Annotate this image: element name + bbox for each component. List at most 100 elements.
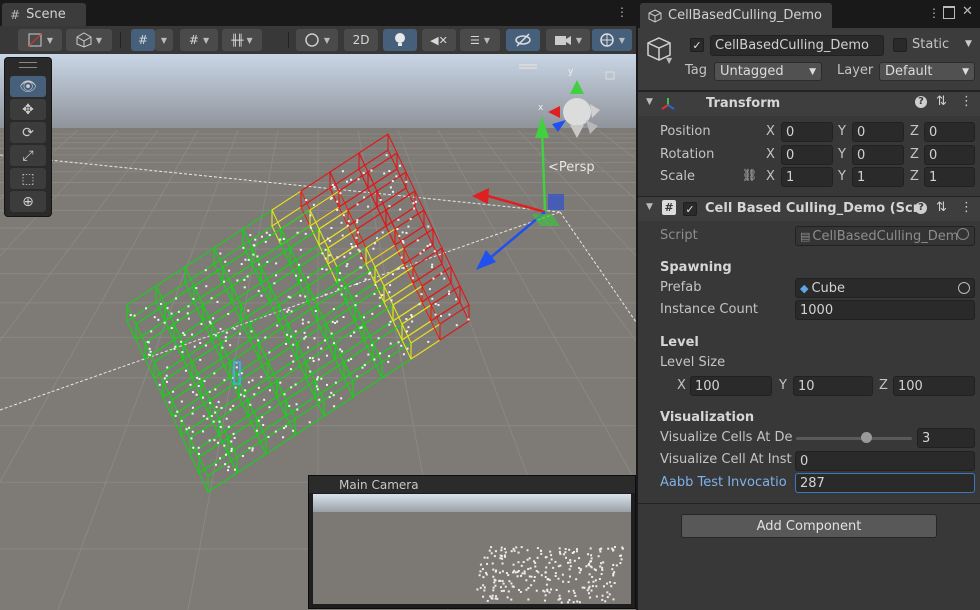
- layer-label: Layer: [837, 63, 874, 78]
- help-icon[interactable]: ?: [915, 202, 927, 214]
- scale-z-label: Z: [910, 169, 919, 184]
- position-y-field[interactable]: 0: [852, 122, 904, 142]
- rotation-z-label: Z: [910, 147, 919, 162]
- icon-dropdown-caret[interactable]: ▼: [666, 56, 672, 65]
- transform-icon: ⊕: [22, 193, 34, 210]
- tag-dropdown[interactable]: Untagged ▼: [714, 62, 822, 81]
- incremental-snap-button[interactable]: # ▼: [180, 29, 218, 51]
- gizmos-dropdown[interactable]: ▼: [592, 29, 632, 51]
- foldout-arrow-icon[interactable]: ▼: [646, 202, 653, 212]
- grid-snap-button[interactable]: #: [131, 29, 155, 51]
- tools-overlay: 👁 ✥ ⟳ ⤢ ⬚ ⊕: [4, 57, 52, 217]
- snap-grid-icon: #: [188, 33, 199, 47]
- rotation-x-field[interactable]: 0: [781, 145, 833, 165]
- render-mode-dropdown[interactable]: ▼: [66, 29, 112, 51]
- scale-label: Scale: [660, 169, 695, 184]
- inspector-tab[interactable]: CellBasedCulling_Demo: [640, 3, 832, 28]
- tools-drag-handle[interactable]: [19, 62, 37, 68]
- effects-icon: ☰: [469, 33, 480, 47]
- visualize-depth-field[interactable]: 3: [917, 428, 975, 448]
- eye-icon: 👁: [19, 78, 37, 95]
- camera-dropdown[interactable]: ▼: [546, 29, 590, 51]
- lighting-toggle[interactable]: [383, 29, 417, 51]
- rotation-y-field[interactable]: 0: [852, 145, 904, 165]
- audio-toggle[interactable]: ◀✕: [422, 29, 456, 51]
- level-y-label: Y: [779, 378, 787, 393]
- aabb-test-field[interactable]: 287: [795, 473, 975, 493]
- script-component-title: Cell Based Culling_Demo (Scri: [705, 201, 924, 216]
- object-name-field[interactable]: CellBasedCulling_Demo: [710, 35, 884, 56]
- script-label: Script: [660, 228, 698, 243]
- static-dropdown-caret[interactable]: ▼: [965, 39, 972, 49]
- view-tool-button[interactable]: 👁: [10, 76, 46, 97]
- cube-icon: [76, 32, 92, 48]
- inspector-tab-bar: CellBasedCulling_Demo ⋮ ✕: [638, 0, 980, 28]
- svg-text:y: y: [568, 67, 574, 77]
- draw-mode-dropdown[interactable]: ▼: [18, 29, 62, 51]
- static-checkbox[interactable]: [893, 38, 907, 52]
- 2d-label: 2D: [352, 33, 370, 47]
- scale-z-field[interactable]: 1: [924, 167, 975, 187]
- add-component-button[interactable]: Add Component: [681, 514, 937, 538]
- scale-tool-button[interactable]: ⤢: [10, 145, 46, 166]
- rect-tool-button[interactable]: ⬚: [10, 168, 46, 189]
- script-enabled-checkbox[interactable]: ✓: [683, 202, 697, 216]
- maximize-icon[interactable]: [943, 6, 955, 19]
- static-label: Static: [912, 37, 950, 52]
- close-icon[interactable]: ✕: [962, 4, 973, 19]
- scale-y-field[interactable]: 1: [852, 167, 904, 187]
- help-icon[interactable]: ?: [915, 96, 927, 108]
- foldout-arrow-icon[interactable]: ▼: [646, 97, 653, 107]
- more-options-icon[interactable]: ⋮: [928, 6, 940, 20]
- camera-icon: [554, 36, 571, 45]
- component-menu-icon[interactable]: ⋮: [960, 200, 973, 215]
- effects-dropdown[interactable]: ☰ ▼: [460, 29, 500, 51]
- grid-snap-dropdown[interactable]: ▼: [155, 29, 173, 51]
- component-menu-icon[interactable]: ⋮: [960, 94, 973, 109]
- divider: [638, 503, 980, 504]
- gizmo-globe-icon: [600, 33, 614, 47]
- scale-y-label: Y: [838, 169, 846, 184]
- eye-slash-icon: [515, 33, 531, 47]
- rotate-tool-button[interactable]: ⟳: [10, 122, 46, 143]
- script-component-header[interactable]: ▼ # ✓ Cell Based Culling_Demo (Scri ? ⇅ …: [638, 196, 980, 221]
- script-field: ▤ CellBasedCulling_Dem: [795, 226, 975, 246]
- scale-x-field[interactable]: 1: [781, 167, 833, 187]
- rotation-y-label: Y: [838, 147, 846, 162]
- layer-dropdown[interactable]: Default ▼: [879, 62, 975, 81]
- constrain-proportions-icon[interactable]: ⛓: [742, 168, 757, 182]
- more-options-icon[interactable]: ⋮: [616, 5, 628, 19]
- level-y-field[interactable]: 10: [793, 376, 873, 396]
- transform-header[interactable]: ▼ Transform ? ⇅ ⋮: [638, 91, 980, 116]
- sphere-icon: [305, 33, 319, 47]
- prefab-field[interactable]: ◆ Cube: [795, 278, 975, 298]
- active-checkbox[interactable]: ✓: [690, 38, 704, 52]
- preset-icon[interactable]: ⇅: [936, 200, 947, 215]
- move-icon: ✥: [22, 101, 34, 118]
- level-x-field[interactable]: 100: [690, 376, 772, 396]
- projection-label[interactable]: <Persp: [548, 160, 595, 175]
- rotation-label: Rotation: [660, 147, 715, 162]
- shading-dropdown[interactable]: ▼: [296, 29, 338, 51]
- preset-icon[interactable]: ⇅: [936, 94, 947, 109]
- object-picker-icon[interactable]: [958, 282, 970, 294]
- hidden-objects-toggle[interactable]: [506, 29, 540, 51]
- move-tool-button[interactable]: ✥: [10, 99, 46, 120]
- instance-count-field[interactable]: 1000: [795, 300, 975, 320]
- scene-tab[interactable]: # Scene: [2, 3, 86, 26]
- visualize-cell-field[interactable]: 0: [795, 451, 975, 471]
- visualize-depth-slider-thumb[interactable]: [860, 432, 872, 443]
- ruler-dropdown[interactable]: ╫╫ ▼: [222, 29, 262, 51]
- rotate-icon: ⟳: [22, 124, 34, 141]
- visualize-depth-slider[interactable]: [796, 437, 912, 440]
- position-x-field[interactable]: 0: [781, 122, 833, 142]
- prefab-cube-icon: ◆: [800, 281, 809, 295]
- scene-tab-bar: # Scene ⋮: [0, 0, 636, 26]
- rotation-z-field[interactable]: 0: [924, 145, 975, 165]
- tag-value: Untagged: [720, 64, 784, 79]
- level-x-label: X: [677, 378, 686, 393]
- level-z-field[interactable]: 100: [893, 376, 975, 396]
- position-z-field[interactable]: 0: [924, 122, 975, 142]
- transform-tool-button[interactable]: ⊕: [10, 191, 46, 212]
- 2d-toggle[interactable]: 2D: [344, 29, 378, 51]
